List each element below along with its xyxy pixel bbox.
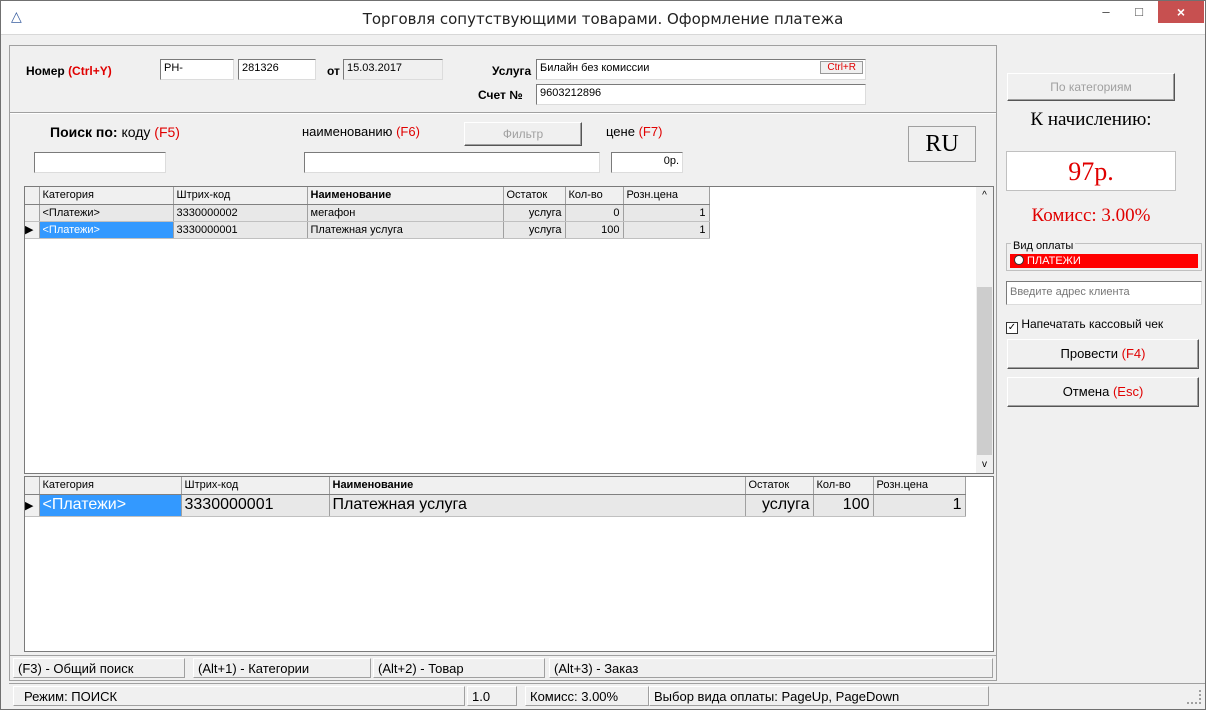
search-code-input[interactable]	[34, 152, 166, 173]
table-cell[interactable]: 100	[565, 221, 624, 239]
search-name-input[interactable]	[304, 152, 600, 173]
table-cell[interactable]: Платежная услуга	[329, 494, 746, 517]
row-pointer-icon: ▶	[25, 494, 40, 517]
commission-display: Комисс: 3.00%	[1031, 205, 1151, 226]
service-select-button[interactable]: Ctrl+R	[820, 61, 863, 74]
maximize-button[interactable]: □	[1125, 1, 1153, 23]
version-status: 1.0	[467, 686, 517, 706]
service-value: Билайн без комиссии	[540, 62, 650, 74]
goods-grid[interactable]: Категория Штрих-код Наименование Остаток…	[24, 186, 994, 474]
table-row[interactable]: <Платежи> 3330000002 мегафон услуга 0 1	[25, 204, 710, 222]
right-panel: По категориям К начислению: 97р. Комисс:…	[1002, 45, 1205, 681]
hotkeys-bar: (F3) - Общий поиск (Alt+1) - Категории (…	[9, 655, 997, 679]
search-label: Поиск по: коду (F5)	[50, 124, 180, 140]
date-field[interactable]: 15.03.2017	[343, 59, 443, 80]
column-header[interactable]: Розн.цена	[623, 187, 710, 205]
service-label: Услуга	[492, 64, 532, 78]
row-pointer-icon: ▶	[25, 221, 40, 239]
search-by-price-label: цене (F7)	[606, 124, 663, 139]
window-title: Торговля сопутствующими товарами. Оформл…	[362, 10, 844, 28]
application-window: △ Торговля сопутствующими товарами. Офор…	[0, 0, 1206, 710]
order-grid-header: Категория Штрих-код Наименование Остаток…	[25, 477, 966, 495]
to-charge-label: К начислению:	[1030, 109, 1152, 130]
hint-status: Выбор вида оплаты: PageUp, PageDown	[649, 686, 989, 706]
column-header[interactable]: Штрих-код	[173, 187, 308, 205]
number-prefix-field[interactable]: PH-	[160, 59, 234, 80]
resize-grip-icon[interactable]	[1187, 690, 1201, 704]
table-cell[interactable]: Платежная услуга	[307, 221, 504, 239]
account-label: Счет №	[478, 88, 523, 102]
table-row[interactable]: ▶ <Платежи> 3330000001 Платежная услуга …	[25, 221, 710, 239]
table-cell[interactable]: 1	[623, 204, 710, 222]
table-cell[interactable]: мегафон	[307, 204, 504, 222]
post-button[interactable]: Провести (F4)	[1007, 339, 1199, 369]
date-label: от	[327, 64, 340, 78]
payment-type-group: Вид оплаты ПЛАТЕЖИ	[1006, 240, 1202, 271]
table-cell[interactable]: услуга	[503, 221, 566, 239]
table-cell[interactable]: 3330000001	[181, 494, 330, 517]
hotkey-order[interactable]: (Alt+3) - Заказ	[549, 658, 993, 678]
commission-status: Комисс: 3.00%	[525, 686, 649, 706]
checkbox-checked-icon: ✓	[1006, 322, 1018, 334]
main-panel: Номер (Ctrl+Y) PH- 281326 от 15.03.2017 …	[9, 45, 997, 681]
hotkey-goods[interactable]: (Alt+2) - Товар	[373, 658, 545, 678]
minimize-button[interactable]: –	[1092, 1, 1120, 23]
table-cell[interactable]: <Платежи>	[39, 494, 182, 517]
column-header[interactable]: Категория	[39, 477, 182, 495]
scrollbar-thumb[interactable]	[977, 287, 992, 455]
hotkey-categories[interactable]: (Alt+1) - Категории	[193, 658, 371, 678]
column-header[interactable]: Остаток	[503, 187, 566, 205]
table-cell[interactable]: 3330000001	[173, 221, 308, 239]
payment-type-label: Вид оплаты	[1011, 240, 1076, 252]
by-category-button[interactable]: По категориям	[1007, 73, 1175, 101]
column-header[interactable]: Штрих-код	[181, 477, 330, 495]
column-header[interactable]: Наименование	[307, 187, 504, 205]
order-grid[interactable]: Категория Штрих-код Наименование Остаток…	[24, 476, 994, 652]
table-cell[interactable]: 1	[623, 221, 710, 239]
scroll-down-icon[interactable]: v	[976, 456, 993, 473]
table-cell[interactable]: 100	[813, 494, 874, 517]
hotkey-general-search[interactable]: (F3) - Общий поиск	[13, 658, 185, 678]
goods-grid-header: Категория Штрих-код Наименование Остаток…	[25, 187, 710, 205]
table-cell[interactable]: 3330000002	[173, 204, 308, 222]
column-header[interactable]: Кол-во	[565, 187, 624, 205]
number-field[interactable]: 281326	[238, 59, 316, 80]
scroll-up-icon[interactable]: ^	[976, 187, 993, 204]
column-header[interactable]: Остаток	[745, 477, 814, 495]
search-price-input[interactable]: 0р.	[611, 152, 683, 173]
payment-option-platezhi[interactable]: ПЛАТЕЖИ	[1010, 254, 1198, 268]
column-header[interactable]: Кол-во	[813, 477, 874, 495]
service-field[interactable]: Билайн без комиссии Ctrl+R	[536, 59, 866, 80]
table-cell[interactable]: услуга	[503, 204, 566, 222]
table-cell[interactable]: <Платежи>	[39, 204, 174, 222]
status-bar: Режим: ПОИСК 1.0 Комисс: 3.00% Выбор вид…	[9, 683, 1205, 707]
table-cell[interactable]: 0	[565, 204, 624, 222]
cancel-button[interactable]: Отмена (Esc)	[1007, 377, 1199, 407]
filter-button[interactable]: Фильтр	[464, 122, 582, 146]
divider	[10, 112, 996, 114]
client-address-input[interactable]: Введите адрес клиента	[1006, 281, 1202, 305]
radio-selected-icon	[1014, 255, 1024, 265]
number-label: Номер (Ctrl+Y)	[26, 64, 112, 78]
account-field[interactable]: 9603212896	[536, 84, 866, 105]
table-row[interactable]: ▶ <Платежи> 3330000001 Платежная услуга …	[25, 494, 966, 517]
table-cell[interactable]: 1	[873, 494, 966, 517]
print-receipt-checkbox[interactable]: ✓ Напечатать кассовый чек	[1006, 317, 1163, 334]
column-header[interactable]: Наименование	[329, 477, 746, 495]
close-button[interactable]: ×	[1158, 1, 1204, 23]
table-cell[interactable]: услуга	[745, 494, 814, 517]
title-bar[interactable]: △ Торговля сопутствующими товарами. Офор…	[1, 1, 1205, 35]
column-header[interactable]: Розн.цена	[873, 477, 966, 495]
mode-status: Режим: ПОИСК	[13, 686, 465, 706]
search-by-name-label: наименованию (F6)	[302, 124, 420, 139]
keyboard-layout-indicator: RU	[908, 126, 976, 162]
amount-display: 97р.	[1006, 151, 1176, 191]
column-header[interactable]: Категория	[39, 187, 174, 205]
table-cell[interactable]: <Платежи>	[39, 221, 174, 239]
vertical-scrollbar[interactable]: ^ v	[976, 187, 993, 473]
